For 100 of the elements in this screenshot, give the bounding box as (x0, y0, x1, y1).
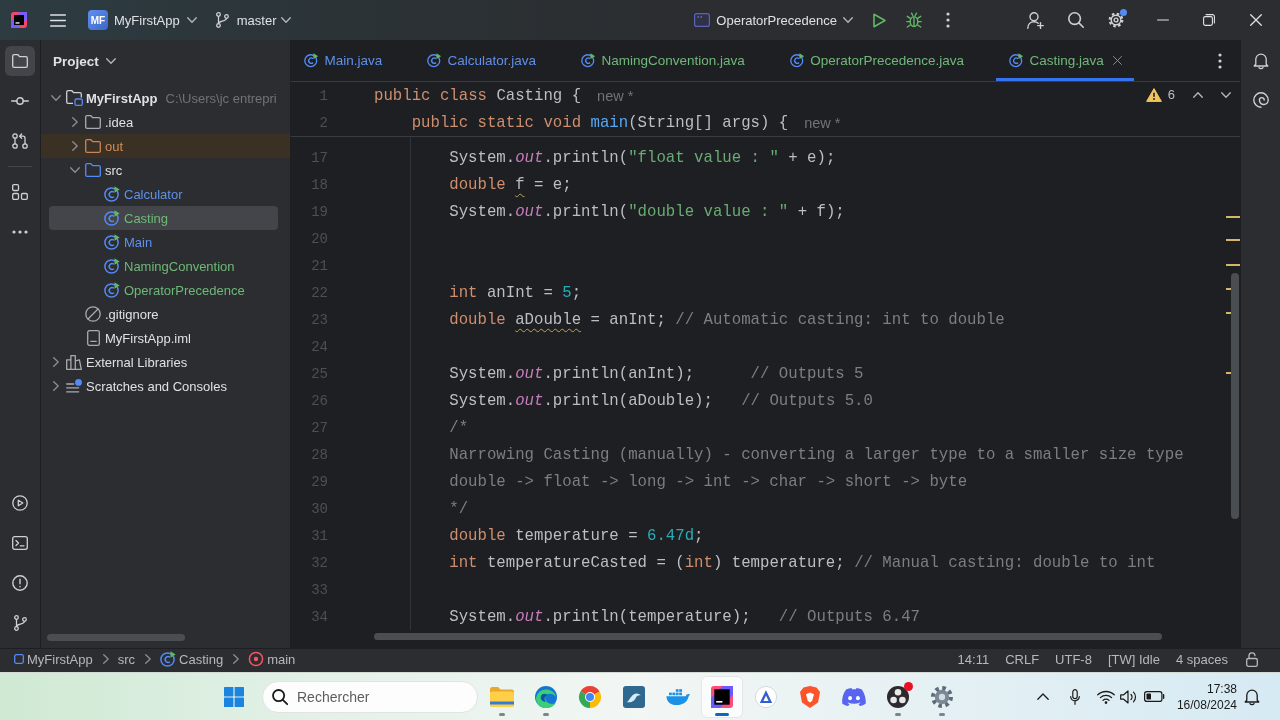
tree-item[interactable]: Casting (49, 206, 278, 230)
speaker-icon[interactable] (1119, 689, 1138, 704)
tree-item[interactable]: out (41, 134, 290, 158)
warning-stripe-marker[interactable] (1226, 216, 1240, 218)
warning-stripe-marker[interactable] (1226, 372, 1231, 374)
play-circle-icon (12, 495, 28, 511)
code-line: double -> float -> long -> int -> char -> short -> byte (449, 472, 968, 491)
chevron-right-icon[interactable] (53, 357, 59, 367)
prohibited-icon (85, 306, 101, 322)
running-indicator (715, 712, 729, 716)
horizontal-scrollbar[interactable] (47, 634, 185, 641)
warning-icon (1145, 87, 1162, 102)
search-input[interactable]: Rechercher (297, 688, 457, 705)
clock-date[interactable]: 16/08/2024 (1176, 696, 1237, 713)
settings-icon[interactable] (1108, 12, 1124, 28)
vertical-scrollbar[interactable] (1231, 273, 1239, 519)
close-icon[interactable] (1112, 56, 1122, 65)
menu-icon[interactable] (50, 13, 66, 27)
method-icon (248, 651, 265, 667)
chevron-down-icon[interactable] (1221, 91, 1231, 98)
wifi-icon[interactable] (1096, 689, 1115, 704)
taskbar-app-button[interactable] (702, 676, 742, 717)
breadcrumb-item[interactable]: src (117, 651, 136, 667)
tree-item[interactable]: src (49, 158, 278, 182)
class-icon (104, 234, 120, 250)
module-square-icon (14, 654, 24, 664)
tree-item[interactable]: Main (49, 230, 278, 254)
tree-item[interactable]: Calculator (49, 182, 278, 206)
file-encoding[interactable]: UTF-8 (1055, 651, 1092, 667)
running-indicator (939, 712, 945, 716)
warning-count[interactable]: 6 (1167, 87, 1175, 102)
exclamation-circle-icon (12, 575, 28, 591)
run-configuration-selector[interactable]: OperatorPrecedence (694, 6, 853, 34)
tree-item[interactable]: MyFirstApp C:\Users\jc entrepri (49, 86, 278, 110)
breadcrumb-item[interactable]: Casting (160, 651, 224, 667)
chevron-down-icon[interactable] (51, 95, 61, 101)
search-box[interactable]: Rechercher (262, 680, 478, 713)
class-icon (104, 186, 120, 202)
tree-item[interactable]: .idea (49, 110, 278, 134)
code-line: System.out.println("double value : " + f); (449, 202, 845, 221)
line-separator[interactable]: CRLF (1005, 651, 1040, 667)
four-squares-icon (224, 686, 244, 707)
bug-icon[interactable] (906, 12, 922, 28)
chevron-right-icon[interactable] (53, 381, 59, 391)
branch-selector[interactable]: master (215, 6, 292, 34)
editor-tab[interactable]: Main.java (291, 40, 415, 81)
more-icon[interactable] (1218, 52, 1222, 69)
warning-stripe-marker[interactable] (1226, 264, 1240, 266)
notes-icon (66, 379, 82, 393)
notifications-bell-icon[interactable] (1244, 688, 1260, 705)
tool-window-button[interactable] (5, 46, 35, 76)
code-line: public static void main(String[] args) { (411, 113, 789, 132)
breadcrumb-item[interactable]: main (248, 651, 296, 667)
module-folder-icon (65, 90, 83, 106)
horizontal-scrollbar[interactable] (374, 633, 1162, 640)
tree-item[interactable]: OperatorPrecedence (49, 278, 278, 302)
search-icon[interactable] (1068, 12, 1084, 28)
chevron-right-icon[interactable] (72, 117, 78, 127)
open-project-dropdown[interactable]: MF MyFirstApp (88, 6, 197, 34)
breadcrumb-item[interactable]: MyFirstApp (14, 651, 93, 667)
square-logo-icon[interactable] (11, 12, 27, 28)
add-person-icon[interactable] (1027, 11, 1044, 29)
microphone-icon[interactable] (1069, 688, 1080, 705)
code-line: Narrowing Casting (manually) - converting a larger type to a smaller size type (449, 445, 1184, 464)
indentation-setting[interactable]: 4 spaces (1175, 651, 1228, 667)
editor-tab[interactable]: OperatorPrecedence.java (776, 40, 997, 81)
battery-icon[interactable] (1143, 691, 1165, 702)
chevron-right-icon (145, 654, 152, 664)
tree-item[interactable]: MyFirstApp.iml (49, 326, 278, 350)
spiral-icon[interactable] (1252, 92, 1269, 108)
chevron-right-icon[interactable] (72, 141, 78, 151)
warning-stripe-marker[interactable] (1226, 239, 1240, 241)
tree-item[interactable]: Scratches and Consoles (49, 374, 278, 398)
running-indicator (499, 712, 505, 716)
books-icon (66, 354, 82, 370)
warning-stripe-marker[interactable] (1226, 312, 1231, 314)
cursor-position[interactable]: 14:11 (957, 651, 990, 667)
language-status[interactable]: [TW] Idle (1107, 651, 1160, 667)
tree-item[interactable]: .gitignore (49, 302, 278, 326)
notifications-bell-icon[interactable] (1252, 52, 1269, 69)
clock-time[interactable]: 17:38 (1206, 680, 1237, 697)
chevron-up-icon[interactable] (1036, 693, 1049, 700)
play-icon[interactable] (873, 12, 886, 28)
tree-item[interactable]: NamingConvention (49, 254, 278, 278)
editor-tab[interactable]: Casting.java (996, 40, 1134, 81)
more-icon[interactable] (946, 12, 950, 28)
warning-stripe-marker[interactable] (1226, 288, 1231, 290)
chevron-up-icon[interactable] (1193, 91, 1203, 98)
chevron-down-icon[interactable] (70, 167, 80, 173)
tree-item[interactable]: External Libraries (49, 350, 278, 374)
tool-window-title-dropdown[interactable]: Project (53, 53, 116, 69)
editor-tab[interactable]: NamingConvention.java (568, 40, 777, 81)
class-icon (304, 53, 319, 68)
editor-tab[interactable]: Calculator.java (414, 40, 569, 81)
project-path: C:\Users\jc entrepri (165, 90, 277, 106)
code-line: int anInt = 5; (449, 283, 582, 302)
restore-icon[interactable] (1203, 14, 1215, 26)
code-line: double temperature = 6.47d; (449, 526, 704, 545)
lock-icon[interactable] (1246, 651, 1258, 667)
chevron-down-icon (843, 17, 853, 23)
